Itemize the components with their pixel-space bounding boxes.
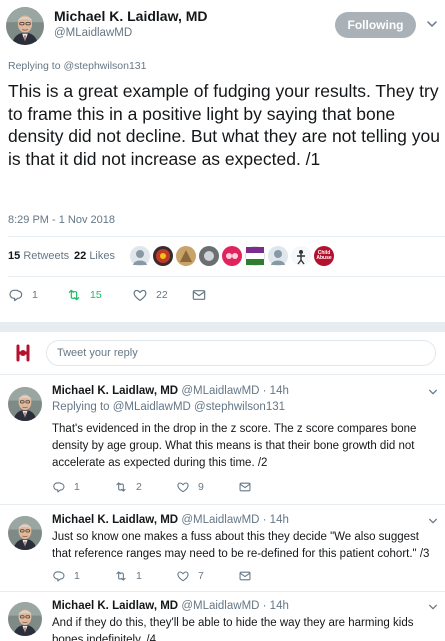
divider	[8, 236, 445, 237]
retweets-stat[interactable]: 15 Retweets	[8, 250, 69, 262]
reply-text: And if they do this, they'll be able to …	[52, 617, 414, 641]
reply-icon	[9, 289, 23, 302]
reply-text: That's evidenced in the drop in the z sc…	[52, 423, 417, 469]
like-count: 9	[198, 481, 204, 493]
liker-avatar-child-abuse[interactable]: Child Abuse	[314, 246, 334, 266]
current-user-avatar	[10, 340, 36, 366]
heart-icon	[177, 482, 189, 493]
retweet-count: 2	[136, 481, 142, 493]
reply-author-name[interactable]: Michael K. Laidlaw, MD	[52, 385, 178, 397]
author-avatar-image	[6, 7, 44, 45]
reply-count: 1	[32, 289, 38, 301]
chevron-down-icon[interactable]	[428, 602, 438, 612]
author-name[interactable]: Michael K. Laidlaw, MD	[54, 8, 208, 24]
divider	[0, 374, 445, 375]
liker-avatar[interactable]	[268, 246, 288, 266]
liker-avatar[interactable]	[130, 246, 150, 266]
reply-count: 1	[74, 570, 80, 582]
author-handle[interactable]: @MLaidlawMD	[54, 27, 132, 39]
reply-text: Just so know one makes a fuss about this…	[52, 531, 430, 560]
reply-author-handle[interactable]: @MLaidlawMD · 14h	[181, 385, 289, 397]
retweet-action[interactable]: 15	[66, 283, 102, 307]
like-count: 7	[198, 570, 204, 582]
retweet-action[interactable]: 1	[114, 566, 142, 586]
reply-avatar[interactable]	[8, 516, 42, 550]
author-avatar[interactable]	[6, 7, 44, 45]
divider	[8, 276, 445, 277]
direct-message-action[interactable]	[238, 566, 260, 586]
reply-author-handle[interactable]: @MLaidlawMD · 14h	[181, 514, 289, 526]
reply-count: 1	[74, 481, 80, 493]
liker-avatar[interactable]	[153, 246, 173, 266]
divider	[0, 591, 445, 592]
like-action[interactable]: 9	[176, 477, 204, 497]
retweet-count: 15	[90, 289, 102, 301]
following-button[interactable]: Following	[335, 12, 416, 38]
tweet-timestamp[interactable]: 8:29 PM - 1 Nov 2018	[8, 214, 115, 226]
envelope-icon	[239, 482, 251, 492]
liker-avatar[interactable]	[199, 246, 219, 266]
retweet-icon	[68, 289, 80, 301]
reply-meta: Michael K. Laidlaw, MD @MLaidlawMD · 14h	[52, 385, 289, 397]
likes-label: Likes	[89, 250, 115, 262]
reply-avatar[interactable]	[8, 387, 42, 421]
replying-to[interactable]: Replying to @stephwilson131	[8, 60, 147, 72]
like-count: 22	[156, 289, 168, 301]
envelope-icon	[192, 290, 206, 300]
section-gap	[0, 322, 445, 332]
direct-message-action[interactable]	[238, 477, 260, 497]
reply-action[interactable]: 1	[52, 566, 80, 586]
liker-avatar[interactable]	[222, 246, 242, 266]
like-action[interactable]: 22	[132, 283, 168, 307]
reply-tweet[interactable]: Michael K. Laidlaw, MD @MLaidlawMD · 14h…	[0, 378, 445, 504]
reply-author-name[interactable]: Michael K. Laidlaw, MD	[52, 600, 178, 612]
reply-actions: 1 2 9	[0, 477, 445, 497]
reply-author-handle[interactable]: @MLaidlawMD · 14h	[181, 600, 289, 612]
reply-meta: Michael K. Laidlaw, MD @MLaidlawMD · 14h	[52, 514, 289, 526]
reply-input[interactable]: Tweet your reply	[46, 340, 436, 366]
tweet-header: Michael K. Laidlaw, MD @MLaidlawMD Follo…	[0, 0, 445, 56]
reply-replying-to[interactable]: Replying to @MLaidlawMD @stephwilson131	[52, 401, 285, 413]
likes-stat[interactable]: 22 Likes	[74, 250, 115, 262]
envelope-icon	[239, 571, 251, 581]
liker-avatar[interactable]	[291, 246, 311, 266]
liker-avatars: Child Abuse	[130, 245, 340, 269]
reply-actions: 1 1 7	[0, 566, 445, 586]
reply-icon	[53, 482, 65, 493]
divider	[0, 504, 445, 505]
chevron-down-icon[interactable]	[428, 387, 438, 397]
reply-tweet[interactable]: Michael K. Laidlaw, MD @MLaidlawMD · 14h…	[0, 507, 445, 592]
retweets-label: Retweets	[23, 250, 70, 262]
reply-action[interactable]: 1	[8, 283, 38, 307]
tweet-text: This is a great example of fudging your …	[8, 81, 440, 169]
liker-avatar[interactable]	[176, 246, 196, 266]
liker-avatar[interactable]	[245, 246, 265, 266]
retweets-count: 15	[8, 250, 21, 262]
direct-message-action[interactable]	[191, 283, 215, 307]
heart-icon	[177, 571, 189, 582]
liker-avatar-text: Child Abuse	[316, 250, 332, 261]
reply-meta: Michael K. Laidlaw, MD @MLaidlawMD · 14h	[52, 600, 289, 612]
reply-author-name[interactable]: Michael K. Laidlaw, MD	[52, 514, 178, 526]
tweet-actions: 1 15 22	[0, 283, 445, 307]
reply-icon	[53, 571, 65, 582]
retweet-icon	[116, 571, 126, 581]
retweet-icon	[116, 482, 126, 492]
reply-composer: Tweet your reply	[0, 332, 445, 374]
reply-avatar[interactable]	[8, 602, 42, 636]
heart-icon	[133, 289, 147, 301]
retweet-action[interactable]: 2	[114, 477, 142, 497]
reply-action[interactable]: 1	[52, 477, 80, 497]
reply-tweet[interactable]: Michael K. Laidlaw, MD @MLaidlawMD · 14h…	[0, 593, 445, 641]
likes-count: 22	[74, 250, 87, 262]
chevron-down-icon[interactable]	[426, 18, 438, 30]
retweet-count: 1	[136, 570, 142, 582]
like-action[interactable]: 7	[176, 566, 204, 586]
chevron-down-icon[interactable]	[428, 516, 438, 526]
